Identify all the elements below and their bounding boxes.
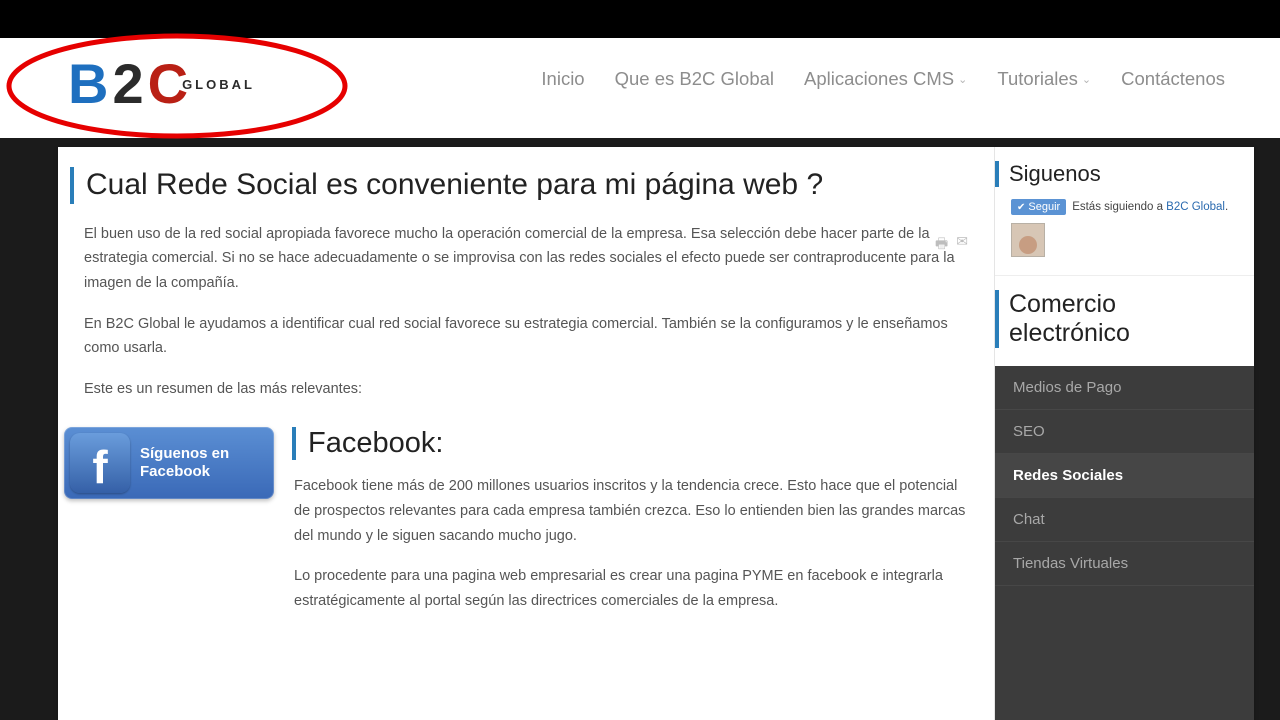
article-paragraph: Lo procedente para una pagina web empres… [294, 564, 968, 613]
sidebar-block-commerce: Comercio electrónico [995, 275, 1254, 366]
nav-inicio[interactable]: Inicio [541, 68, 584, 90]
article-tools: 🖶 ✉ [935, 233, 968, 257]
follow-status-text: Estás siguiendo a B2C Global. [1072, 201, 1228, 213]
facebook-follow-badge[interactable]: f Síguenos en Facebook [64, 427, 274, 499]
avatar[interactable] [1011, 223, 1045, 257]
follow-button[interactable]: Seguir [1011, 199, 1066, 215]
logo-letter-b: B [68, 56, 108, 112]
facebook-icon: f [70, 433, 130, 493]
facebook-badge-text: Síguenos en Facebook [140, 445, 229, 481]
chevron-down-icon: ⌄ [1082, 73, 1091, 86]
sidebar-heading-siguenos: Siguenos [995, 161, 1238, 187]
logo[interactable]: B 2 C GLOBAL [68, 56, 255, 112]
sidebar-item-redes-sociales[interactable]: Redes Sociales [995, 454, 1254, 498]
facebook-section: f Síguenos en Facebook Facebook: Faceboo… [84, 427, 968, 629]
page-stage: B 2 C GLOBAL Inicio Que es B2C Global Ap… [0, 0, 1280, 720]
mail-icon[interactable]: ✉ [956, 233, 968, 257]
article-main: Cual Rede Social es conveniente para mi … [58, 147, 994, 720]
sidebar-heading-commerce: Comercio electrónico [995, 290, 1238, 348]
facebook-heading: Facebook: [292, 427, 968, 460]
nav-tutoriales[interactable]: Tutoriales⌄ [997, 68, 1091, 90]
sidebar-block-follow: Siguenos Seguir Estás siguiendo a B2C Gl… [995, 147, 1254, 275]
logo-letter-c: C [148, 56, 184, 112]
chevron-down-icon: ⌄ [958, 73, 967, 86]
site-header: B 2 C GLOBAL Inicio Que es B2C Global Ap… [0, 38, 1280, 138]
main-nav: Inicio Que es B2C Global Aplicaciones CM… [541, 68, 1225, 90]
follow-row: Seguir Estás siguiendo a B2C Global. [1011, 199, 1238, 215]
nav-que-es[interactable]: Que es B2C Global [615, 68, 774, 90]
sidebar-menu: Medios de Pago SEO Redes Sociales Chat T… [995, 366, 1254, 720]
follow-profile-link[interactable]: B2C Global [1166, 201, 1225, 213]
nav-contactenos[interactable]: Contáctenos [1121, 68, 1225, 90]
logo-letter-2: 2 [112, 56, 143, 112]
sidebar: Siguenos Seguir Estás siguiendo a B2C Gl… [994, 147, 1254, 720]
article-paragraph: Facebook tiene más de 200 millones usuar… [294, 474, 968, 548]
article-paragraph: El buen uso de la red social apropiada f… [84, 222, 968, 296]
nav-aplicaciones-cms[interactable]: Aplicaciones CMS⌄ [804, 68, 967, 90]
article-title: Cual Rede Social es conveniente para mi … [70, 167, 968, 204]
article-paragraph: En B2C Global le ayudamos a identificar … [84, 312, 968, 361]
sidebar-item-chat[interactable]: Chat [995, 498, 1254, 542]
sidebar-item-medios-de-pago[interactable]: Medios de Pago [995, 366, 1254, 410]
print-icon[interactable]: 🖶 [935, 233, 948, 257]
sidebar-item-tiendas-virtuales[interactable]: Tiendas Virtuales [995, 542, 1254, 586]
content-card: Cual Rede Social es conveniente para mi … [58, 147, 1254, 720]
article-paragraph: Este es un resumen de las más relevantes… [84, 377, 968, 402]
sidebar-item-seo[interactable]: SEO [995, 410, 1254, 454]
logo-subtext: GLOBAL [182, 77, 255, 92]
